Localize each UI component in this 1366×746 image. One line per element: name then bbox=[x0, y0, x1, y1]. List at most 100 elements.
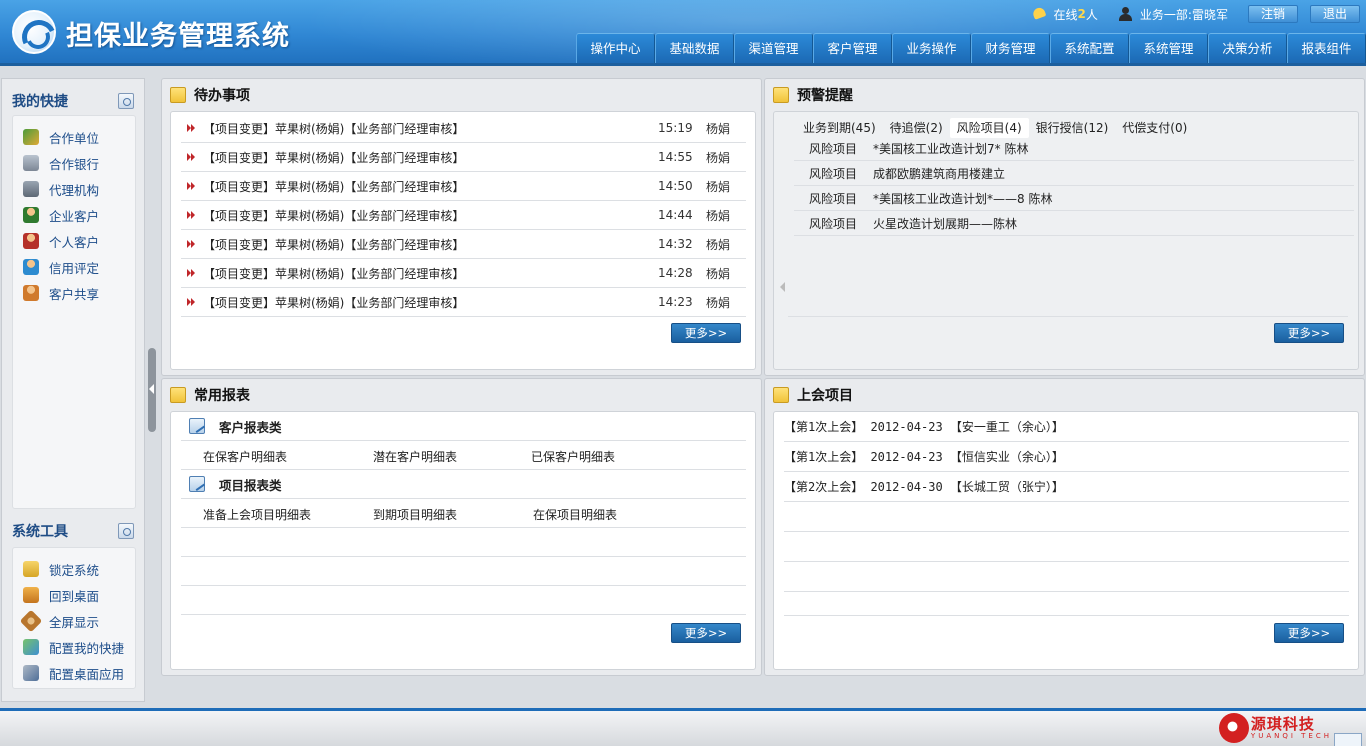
menu-item-finance[interactable]: 财务管理 bbox=[971, 33, 1050, 64]
todo-time: 14:50 bbox=[658, 179, 693, 193]
menu-item-business[interactable]: 业务操作 bbox=[892, 33, 971, 64]
shortcut-bank[interactable]: 合作银行 bbox=[13, 150, 135, 176]
todo-text[interactable]: 【项目变更】苹果树(杨娟)【业务部门经理审核】 bbox=[203, 149, 658, 166]
warning-desc[interactable]: 火星改造计划展期——陈林 bbox=[873, 215, 1354, 232]
report-link[interactable]: 在保项目明细表 bbox=[533, 506, 617, 523]
tab-business-due[interactable]: 业务到期(45) bbox=[796, 118, 883, 138]
warning-desc[interactable]: 成都欧鹏建筑商用楼建立 bbox=[873, 165, 1354, 182]
shortcut-partner[interactable]: 合作单位 bbox=[13, 124, 135, 150]
report-link[interactable]: 到期项目明细表 bbox=[373, 506, 457, 523]
note-icon bbox=[170, 387, 186, 403]
report-link[interactable]: 已保客户明细表 bbox=[531, 448, 615, 465]
todo-assignee: 杨娟 bbox=[706, 121, 731, 136]
config-app-icon bbox=[23, 665, 39, 681]
menu-item-channel[interactable]: 渠道管理 bbox=[734, 33, 813, 64]
tab-risk-projects[interactable]: 风险项目(4) bbox=[949, 118, 1029, 138]
shortcut-agency[interactable]: 代理机构 bbox=[13, 176, 135, 202]
todo-time: 14:44 bbox=[658, 208, 693, 222]
warning-item[interactable]: 风险项目 *美国核工业改造计划7* 陈林 bbox=[794, 136, 1354, 161]
warning-item[interactable]: 风险项目 *美国核工业改造计划*——8 陈林 bbox=[794, 186, 1354, 211]
building-icon bbox=[23, 181, 39, 197]
tab-pending-recovery[interactable]: 待追偿(2) bbox=[883, 118, 950, 138]
todo-item[interactable]: 【项目变更】苹果树(杨娟)【业务部门经理审核】 14:28 杨娟 bbox=[181, 259, 746, 288]
warning-tabs: 业务到期(45) 待追偿(2) 风险项目(4) 银行授信(12) 代偿支付(0) bbox=[796, 118, 1194, 138]
reports-title-text: 常用报表 bbox=[194, 388, 250, 404]
todo-text[interactable]: 【项目变更】苹果树(杨娟)【业务部门经理审核】 bbox=[203, 120, 658, 137]
scroll-left-icon[interactable] bbox=[780, 282, 785, 292]
menu-item-decision[interactable]: 决策分析 bbox=[1208, 33, 1287, 64]
tool-lock-system[interactable]: 锁定系统 bbox=[13, 556, 135, 582]
warning-desc[interactable]: *美国核工业改造计划7* 陈林 bbox=[873, 140, 1354, 157]
todo-text[interactable]: 【项目变更】苹果树(杨娟)【业务部门经理审核】 bbox=[203, 178, 658, 195]
header-divider bbox=[0, 63, 1366, 66]
tool-label: 全屏显示 bbox=[49, 614, 100, 630]
todo-assignee: 杨娟 bbox=[706, 208, 731, 223]
menu-item-operation-center[interactable]: 操作中心 bbox=[576, 33, 655, 64]
report-group-name: 项目报表类 bbox=[219, 477, 282, 493]
todo-item[interactable]: 【项目变更】苹果树(杨娟)【业务部门经理审核】 14:55 杨娟 bbox=[181, 143, 746, 172]
double-arrow-icon bbox=[187, 210, 197, 220]
app-logo-icon bbox=[12, 10, 56, 54]
meeting-item[interactable]: 【第1次上会】 2012-04-23 【安一重工（余心）】 bbox=[784, 412, 1349, 442]
tool-config-desktop-apps[interactable]: 配置桌面应用 bbox=[13, 660, 135, 686]
shortcut-label: 合作单位 bbox=[49, 130, 100, 146]
logout-button[interactable]: 注销 bbox=[1247, 5, 1298, 23]
reports-panel: 常用报表 客户报表类 在保客户明细表 潜在客户明细表 已保客户明细表 项目报表类… bbox=[161, 378, 762, 676]
divider bbox=[788, 316, 1348, 317]
meetings-list: 【第1次上会】 2012-04-23 【安一重工（余心）】 【第1次上会】 20… bbox=[773, 411, 1359, 670]
meeting-item[interactable]: 【第1次上会】 2012-04-23 【恒信实业（余心）】 bbox=[784, 442, 1349, 472]
report-link[interactable]: 潜在客户明细表 bbox=[373, 448, 457, 465]
tools-settings-icon[interactable] bbox=[118, 523, 134, 539]
tool-label: 配置我的快捷 bbox=[49, 640, 125, 656]
tool-config-shortcuts[interactable]: 配置我的快捷 bbox=[13, 634, 135, 660]
menu-item-report-widgets[interactable]: 报表组件 bbox=[1287, 33, 1366, 64]
menu-item-customer[interactable]: 客户管理 bbox=[813, 33, 892, 64]
top-status-bar: 在线 2 人 业务一部:雷晓军 注销 退出 bbox=[1032, 4, 1366, 24]
bell-icon bbox=[1032, 7, 1046, 21]
exit-button[interactable]: 退出 bbox=[1309, 5, 1360, 23]
todo-text[interactable]: 【项目变更】苹果树(杨娟)【业务部门经理审核】 bbox=[203, 265, 658, 282]
todo-item[interactable]: 【项目变更】苹果树(杨娟)【业务部门经理审核】 14:32 杨娟 bbox=[181, 230, 746, 259]
todo-more-button[interactable]: 更多>> bbox=[671, 323, 741, 343]
todo-item[interactable]: 【项目变更】苹果树(杨娟)【业务部门经理审核】 14:50 杨娟 bbox=[181, 172, 746, 201]
shortcut-personal-customer[interactable]: 个人客户 bbox=[13, 228, 135, 254]
todo-text[interactable]: 【项目变更】苹果树(杨娟)【业务部门经理审核】 bbox=[203, 294, 658, 311]
config-shortcut-icon bbox=[23, 639, 39, 655]
warning-item[interactable]: 风险项目 成都欧鹏建筑商用楼建立 bbox=[794, 161, 1354, 186]
shortcut-customer-share[interactable]: 客户共享 bbox=[13, 280, 135, 306]
online-prefix: 在线 bbox=[1053, 7, 1078, 22]
todo-text[interactable]: 【项目变更】苹果树(杨娟)【业务部门经理审核】 bbox=[203, 207, 658, 224]
reports-more-button[interactable]: 更多>> bbox=[671, 623, 741, 643]
tab-compensation-payment[interactable]: 代偿支付(0) bbox=[1115, 118, 1194, 138]
shortcut-company-customer[interactable]: 企业客户 bbox=[13, 202, 135, 228]
meetings-more-button[interactable]: 更多>> bbox=[1274, 623, 1344, 643]
menu-item-system-config[interactable]: 系统配置 bbox=[1050, 33, 1129, 64]
shortcut-credit-rating[interactable]: 信用评定 bbox=[13, 254, 135, 280]
tab-bank-credit[interactable]: 银行授信(12) bbox=[1029, 118, 1116, 138]
online-users: 在线 2 人 bbox=[1032, 6, 1098, 23]
warning-desc[interactable]: *美国核工业改造计划*——8 陈林 bbox=[873, 190, 1354, 207]
todo-item[interactable]: 【项目变更】苹果树(杨娟)【业务部门经理审核】 14:44 杨娟 bbox=[181, 201, 746, 230]
todo-text[interactable]: 【项目变更】苹果树(杨娟)【业务部门经理审核】 bbox=[203, 236, 658, 253]
warning-more-button[interactable]: 更多>> bbox=[1274, 323, 1344, 343]
fullscreen-icon bbox=[19, 609, 43, 633]
warning-panel-title: 预警提醒 bbox=[773, 85, 853, 105]
todo-item[interactable]: 【项目变更】苹果树(杨娟)【业务部门经理审核】 14:23 杨娟 bbox=[181, 288, 746, 317]
person-user-icon bbox=[23, 233, 39, 249]
tools-list: 锁定系统 回到桌面 全屏显示 配置我的快捷 配置桌面应用 bbox=[12, 547, 136, 689]
sidebar-collapse-handle[interactable] bbox=[148, 348, 156, 432]
warning-item[interactable]: 风险项目 火星改造计划展期——陈林 bbox=[794, 211, 1354, 236]
tool-fullscreen[interactable]: 全屏显示 bbox=[13, 608, 135, 634]
tool-back-to-desktop[interactable]: 回到桌面 bbox=[13, 582, 135, 608]
note-icon bbox=[773, 87, 789, 103]
menu-item-system-admin[interactable]: 系统管理 bbox=[1129, 33, 1208, 64]
report-link[interactable]: 准备上会项目明细表 bbox=[203, 506, 311, 523]
todo-assignee: 杨娟 bbox=[706, 295, 731, 310]
meeting-item[interactable]: 【第2次上会】 2012-04-30 【长城工贸（张宁）】 bbox=[784, 472, 1349, 502]
report-link[interactable]: 在保客户明细表 bbox=[203, 448, 287, 465]
shortcuts-settings-icon[interactable] bbox=[118, 93, 134, 109]
corner-widget-icon[interactable] bbox=[1334, 733, 1362, 746]
warning-type: 风险项目 bbox=[809, 216, 858, 231]
menu-item-basic-data[interactable]: 基础数据 bbox=[655, 33, 734, 64]
todo-item[interactable]: 【项目变更】苹果树(杨娟)【业务部门经理审核】 15:19 杨娟 bbox=[181, 114, 746, 143]
